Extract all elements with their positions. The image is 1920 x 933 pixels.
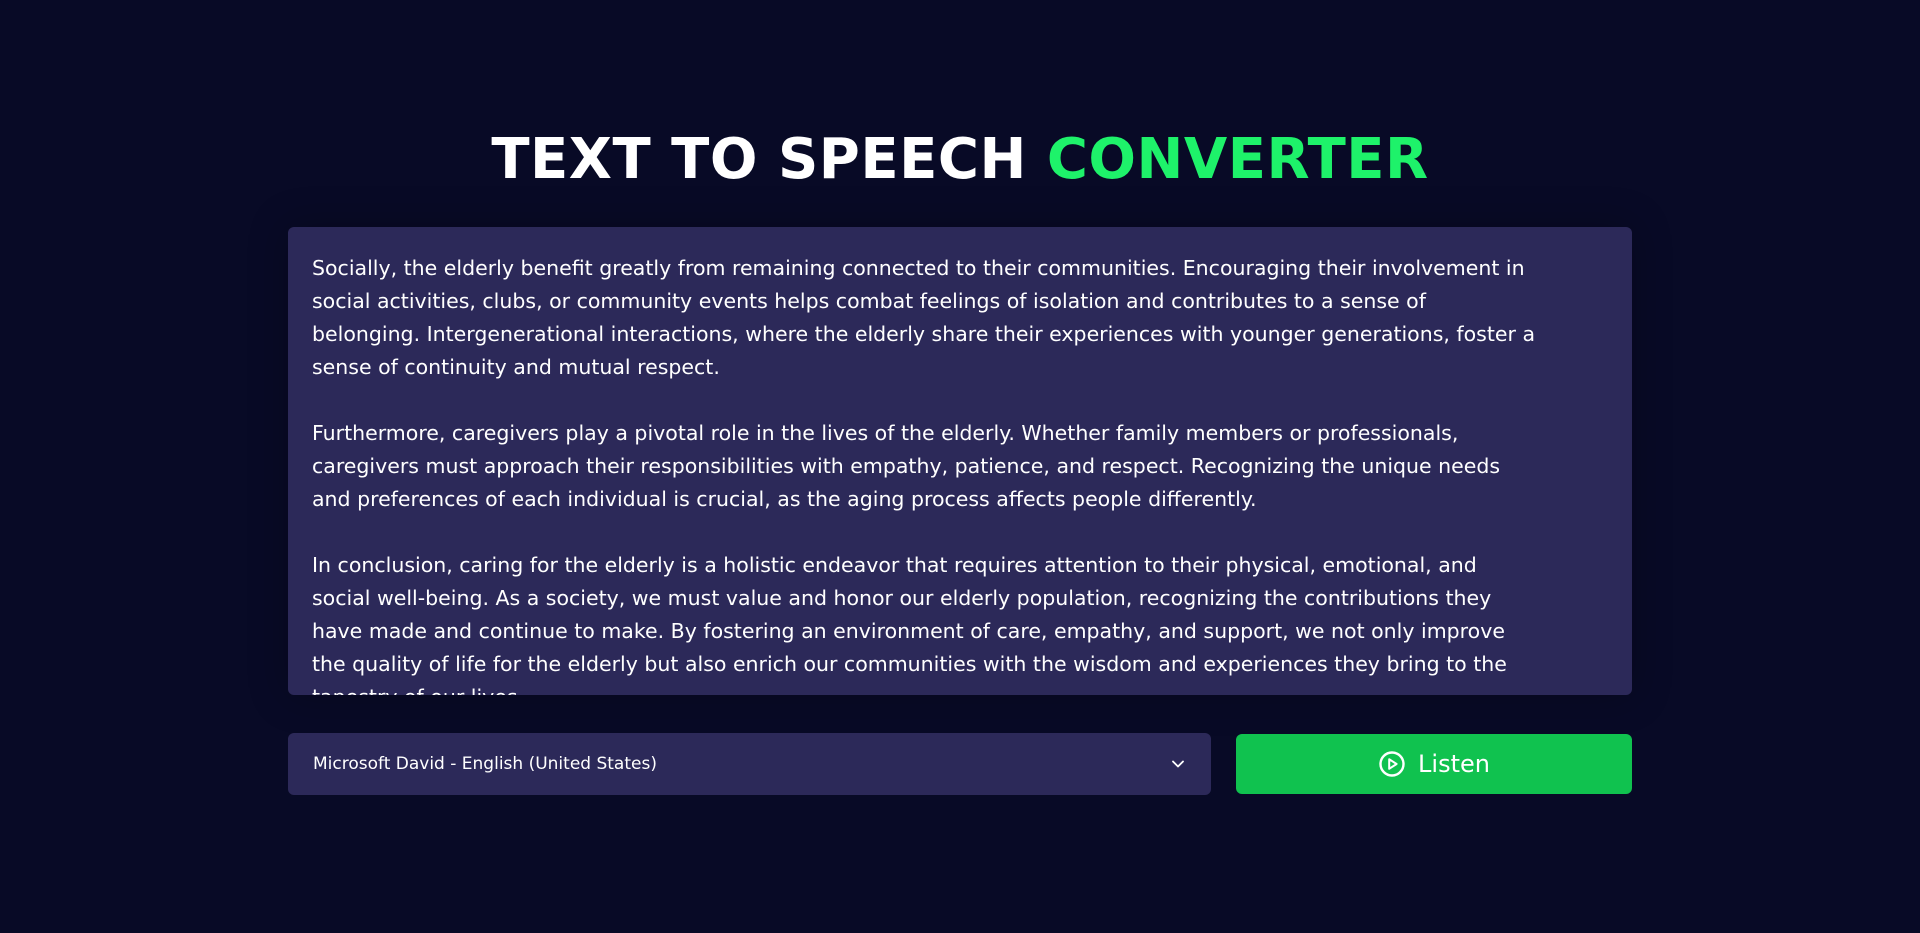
listen-button[interactable]: Listen	[1236, 734, 1632, 794]
voice-select[interactable]: Microsoft David - English (United States…	[288, 733, 1211, 795]
title-accent: CONVERTER	[1046, 126, 1429, 192]
chevron-down-icon	[1172, 760, 1184, 768]
page: TEXT TO SPEECH CONVERTER Socially, the e…	[0, 0, 1920, 933]
title-main: TEXT TO SPEECH	[491, 126, 1047, 192]
page-title: TEXT TO SPEECH CONVERTER	[0, 122, 1920, 198]
text-input-panel[interactable]: Socially, the elderly benefit greatly fr…	[288, 227, 1632, 695]
voice-select-value: Microsoft David - English (United States…	[313, 754, 657, 774]
play-circle-icon	[1379, 751, 1405, 777]
listen-label: Listen	[1418, 750, 1490, 778]
text-input[interactable]: Socially, the elderly benefit greatly fr…	[312, 252, 1612, 695]
